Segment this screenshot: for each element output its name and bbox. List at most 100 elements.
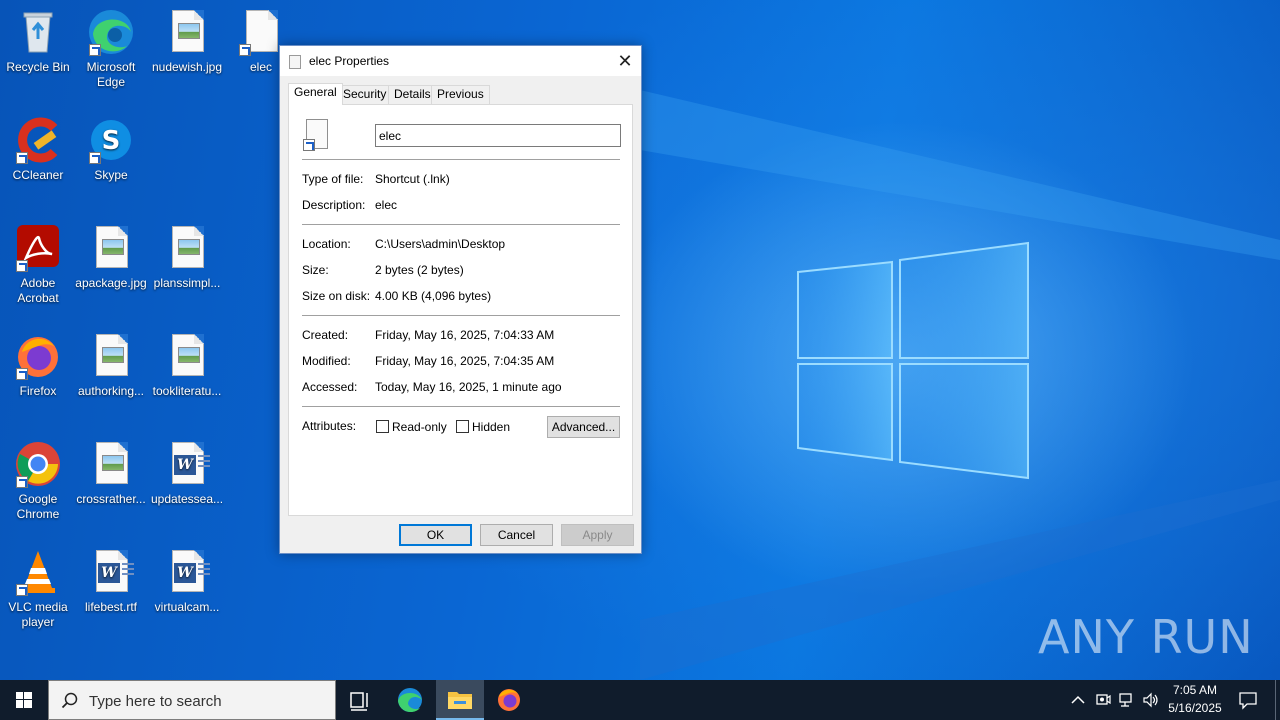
icon-label: Firefox (19, 384, 57, 398)
divider (302, 406, 620, 407)
taskbar: Type here to search 7:05 AM 5/16/2025 (0, 680, 1280, 720)
shortcut-arrow-icon (16, 260, 28, 272)
desktop-icon-ccleaner[interactable]: CCleaner (0, 116, 76, 183)
desktop-icon-microsoft-edge[interactable]: Microsoft Edge (73, 8, 149, 90)
ok-button[interactable]: OK (399, 524, 472, 546)
windows-start-icon (16, 692, 32, 708)
desktop-icon-vlc-media-player[interactable]: VLC media player (0, 548, 76, 630)
desktop-icon-apackage-jpg[interactable]: apackage.jpg (73, 224, 149, 291)
chevron-up-icon[interactable] (1070, 692, 1086, 708)
file-name-input[interactable] (375, 124, 621, 147)
desktop-icon-crossrather[interactable]: crossrather... (73, 440, 149, 507)
shortcut-arrow-icon (16, 584, 28, 596)
icon-label: tookliteratu... (152, 384, 222, 398)
search-placeholder: Type here to search (89, 693, 222, 710)
size-value: 2 bytes (2 bytes) (375, 263, 464, 277)
icon-label: authorking... (77, 384, 145, 398)
task-view-button[interactable] (336, 680, 384, 720)
meet-now-icon[interactable] (1095, 691, 1111, 709)
advanced-button[interactable]: Advanced... (547, 416, 620, 438)
apply-button[interactable]: Apply (561, 524, 634, 546)
tab-details[interactable]: Details (388, 85, 437, 104)
desktop-icon-authorking[interactable]: authorking... (73, 332, 149, 399)
image-file-icon (87, 332, 135, 380)
task-view-icon (350, 692, 368, 711)
icon-label: Adobe Acrobat (17, 276, 59, 305)
word-document-icon: W (163, 440, 211, 488)
start-button[interactable] (0, 680, 48, 720)
tab-previous-versions[interactable]: Previous Versions (431, 85, 490, 118)
icon-label: Recycle Bin (6, 60, 70, 74)
recycle-bin-icon (14, 8, 62, 56)
attributes-label: Attributes: (302, 419, 357, 433)
created-value: Friday, May 16, 2025, 7:04:33 AM (375, 328, 555, 342)
read-only-checkbox[interactable] (376, 420, 389, 433)
hidden-label: Hidden (472, 420, 511, 434)
edge-icon (87, 8, 135, 56)
windows-logo-light (640, 90, 1280, 680)
tab-security[interactable]: Security (337, 85, 393, 104)
show-desktop-button[interactable] (1275, 680, 1276, 720)
icon-label: Skype (94, 168, 128, 182)
hidden-checkbox[interactable] (456, 420, 469, 433)
image-file-icon (163, 224, 211, 272)
desktop-icon-skype[interactable]: S Skype (73, 116, 149, 183)
skype-icon: S (87, 116, 135, 164)
vlc-cone-icon (14, 548, 62, 596)
anyrun-watermark: ANY RUN (1038, 610, 1254, 664)
file-type-icon (303, 119, 329, 151)
desktop-icon-tookliteratu[interactable]: tookliteratu... (149, 332, 225, 399)
shortcut-arrow-icon (89, 152, 101, 164)
desktop-icon-recycle-bin[interactable]: Recycle Bin (0, 8, 76, 75)
desktop-icon-nudewish-jpg[interactable]: nudewish.jpg (149, 8, 225, 75)
clock-date[interactable]: 5/16/2025 (1166, 701, 1224, 715)
close-button[interactable]: ✕ (609, 46, 641, 76)
type-label: Type of file: (302, 172, 364, 186)
tab-general[interactable]: General (288, 83, 343, 105)
desktop-icon-firefox[interactable]: Firefox (0, 332, 76, 399)
icon-label: crossrather... (76, 492, 146, 506)
image-file-icon (163, 8, 211, 56)
taskbar-firefox[interactable] (485, 680, 533, 720)
icon-label: CCleaner (12, 168, 64, 182)
icon-label: Google Chrome (16, 492, 60, 521)
shortcut-arrow-icon (16, 152, 28, 164)
modified-label: Modified: (302, 354, 351, 368)
network-icon[interactable] (1118, 691, 1136, 709)
volume-icon[interactable] (1142, 691, 1160, 709)
taskbar-search-box[interactable]: Type here to search (48, 680, 336, 720)
size-on-disk-value: 4.00 KB (4,096 bytes) (375, 289, 492, 303)
taskbar-edge[interactable] (386, 680, 434, 720)
accessed-value: Today, May 16, 2025, 1 minute ago (375, 380, 562, 394)
desktop-icon-adobe-acrobat[interactable]: Adobe Acrobat (0, 224, 76, 306)
chrome-icon (14, 440, 62, 488)
desktop-icon-virtualcam[interactable]: W virtualcam... (149, 548, 225, 615)
size-label: Size: (302, 263, 329, 277)
shortcut-arrow-icon (16, 368, 28, 380)
desktop-icon-planssimpl[interactable]: planssimpl... (149, 224, 225, 291)
properties-dialog: elec Properties ✕ General Security Detai… (279, 45, 642, 554)
image-file-icon (163, 332, 211, 380)
desktop-icon-lifebest-rtf[interactable]: W lifebest.rtf (73, 548, 149, 615)
icon-label: apackage.jpg (75, 276, 147, 290)
location-value: C:\Users\admin\Desktop (375, 237, 506, 251)
search-icon (61, 692, 78, 709)
size-on-disk-label: Size on disk: (302, 289, 371, 303)
icon-label: lifebest.rtf (84, 600, 138, 614)
taskbar-file-explorer[interactable] (436, 680, 484, 720)
description-value: elec (375, 198, 398, 212)
dialog-titlebar[interactable]: elec Properties ✕ (280, 46, 641, 76)
clock-time[interactable]: 7:05 AM (1170, 683, 1220, 697)
modified-value: Friday, May 16, 2025, 7:04:35 AM (375, 354, 555, 368)
cancel-button[interactable]: Cancel (480, 524, 553, 546)
image-file-icon (87, 224, 135, 272)
desktop-icon-google-chrome[interactable]: Google Chrome (0, 440, 76, 522)
desktop-icon-updatessea[interactable]: W updatessea... (149, 440, 225, 507)
general-tab-panel: Type of file: Shortcut (.lnk) Descriptio… (288, 104, 633, 516)
type-value: Shortcut (.lnk) (375, 172, 450, 186)
notification-icon[interactable] (1238, 690, 1258, 710)
svg-text:S: S (102, 126, 121, 156)
shortcut-file-icon (289, 55, 301, 69)
dialog-title: elec Properties (309, 54, 390, 68)
icon-label: VLC media player (8, 600, 68, 629)
